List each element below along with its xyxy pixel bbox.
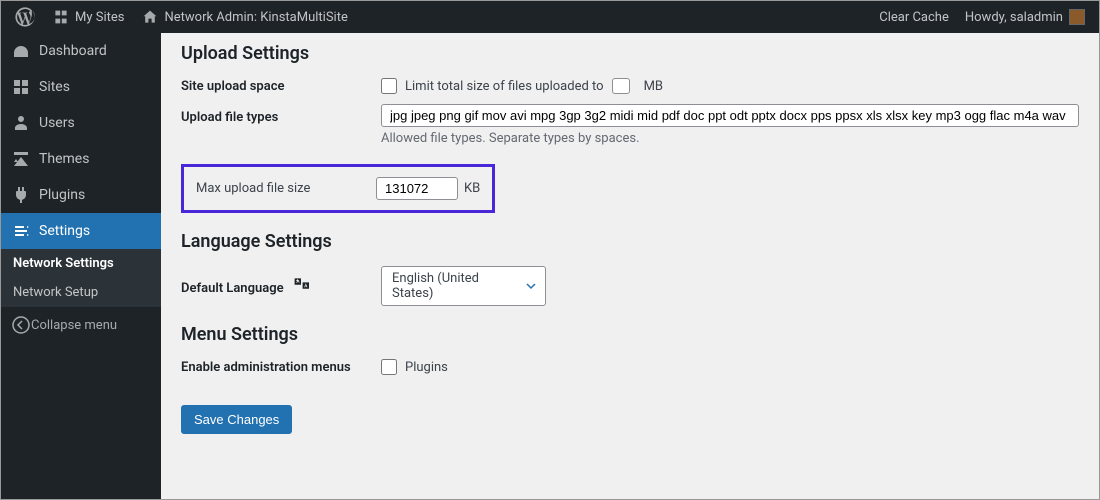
sidebar-item-themes[interactable]: Themes xyxy=(1,141,161,177)
menu-settings-heading: Menu Settings xyxy=(181,324,1079,345)
submenu-network-settings[interactable]: Network Settings xyxy=(1,249,161,278)
max-upload-label: Max upload file size xyxy=(196,181,376,196)
language-settings-heading: Language Settings xyxy=(181,231,1079,252)
avatar xyxy=(1069,9,1085,25)
wp-logo[interactable] xyxy=(7,1,43,33)
sidebar-item-settings[interactable]: Settings xyxy=(1,213,161,249)
settings-submenu: Network Settings Network Setup xyxy=(1,249,161,307)
max-upload-highlight: Max upload file size KB xyxy=(181,164,495,213)
sidebar-label-users: Users xyxy=(39,115,75,131)
sidebar-label-themes: Themes xyxy=(39,151,89,167)
mb-unit: MB xyxy=(644,79,663,94)
default-language-label: Default Language xyxy=(181,276,381,296)
my-sites-label: My Sites xyxy=(75,10,124,25)
my-sites-link[interactable]: My Sites xyxy=(43,1,132,33)
wordpress-icon xyxy=(15,7,35,27)
network-admin-link[interactable]: Network Admin: KinstaMultiSite xyxy=(132,1,355,33)
themes-icon xyxy=(11,149,31,169)
site-upload-space-label: Site upload space xyxy=(181,79,381,94)
plugins-checkbox-label: Plugins xyxy=(405,360,448,375)
plugins-icon xyxy=(11,185,31,205)
clear-cache-link[interactable]: Clear Cache xyxy=(871,1,957,33)
plugins-menu-checkbox[interactable] xyxy=(381,359,397,375)
translation-icon xyxy=(293,276,309,292)
sidebar-item-dashboard[interactable]: Dashboard xyxy=(1,33,161,69)
limit-total-checkbox[interactable] xyxy=(381,78,397,94)
sidebar-item-plugins[interactable]: Plugins xyxy=(1,177,161,213)
max-upload-input[interactable] xyxy=(376,177,458,200)
enable-admin-menus-label: Enable administration menus xyxy=(181,360,381,375)
allowed-file-types-desc: Allowed file types. Separate types by sp… xyxy=(381,131,1079,146)
howdy-label: Howdy, saladmin xyxy=(965,10,1063,25)
kb-unit: KB xyxy=(464,181,480,196)
sidebar-label-settings: Settings xyxy=(39,223,90,239)
sidebar-item-users[interactable]: Users xyxy=(1,105,161,141)
howdy-account[interactable]: Howdy, saladmin xyxy=(957,1,1093,33)
default-language-select[interactable]: English (United States) xyxy=(381,266,546,306)
admin-sidebar: Dashboard Sites Users Themes xyxy=(1,33,161,499)
dashboard-icon xyxy=(11,41,31,61)
collapse-icon xyxy=(11,315,31,335)
upload-file-types-input[interactable] xyxy=(381,104,1079,127)
clear-cache-label: Clear Cache xyxy=(879,10,949,25)
sidebar-label-plugins: Plugins xyxy=(39,187,85,203)
collapse-label: Collapse menu xyxy=(31,318,117,333)
sidebar-item-sites[interactable]: Sites xyxy=(1,69,161,105)
settings-icon xyxy=(11,221,31,241)
submenu-network-setup[interactable]: Network Setup xyxy=(1,278,161,307)
content-area: Upload Settings Site upload space Limit … xyxy=(161,33,1099,499)
save-changes-button[interactable]: Save Changes xyxy=(181,405,292,434)
sites-icon xyxy=(51,7,71,27)
chevron-down-icon xyxy=(525,280,537,292)
sidebar-label-sites: Sites xyxy=(39,79,70,95)
collapse-menu[interactable]: Collapse menu xyxy=(1,307,161,343)
sites-menu-icon xyxy=(11,77,31,97)
upload-file-types-label: Upload file types xyxy=(181,104,381,125)
home-icon xyxy=(140,7,160,27)
limit-total-input[interactable] xyxy=(612,78,630,94)
network-admin-label: Network Admin: KinstaMultiSite xyxy=(164,10,347,25)
default-language-value: English (United States) xyxy=(392,271,479,301)
sidebar-label-dashboard: Dashboard xyxy=(39,43,107,59)
limit-total-label: Limit total size of files uploaded to xyxy=(405,79,604,94)
upload-settings-heading: Upload Settings xyxy=(181,43,1079,64)
users-icon xyxy=(11,113,31,133)
admin-bar: My Sites Network Admin: KinstaMultiSite … xyxy=(1,1,1099,33)
